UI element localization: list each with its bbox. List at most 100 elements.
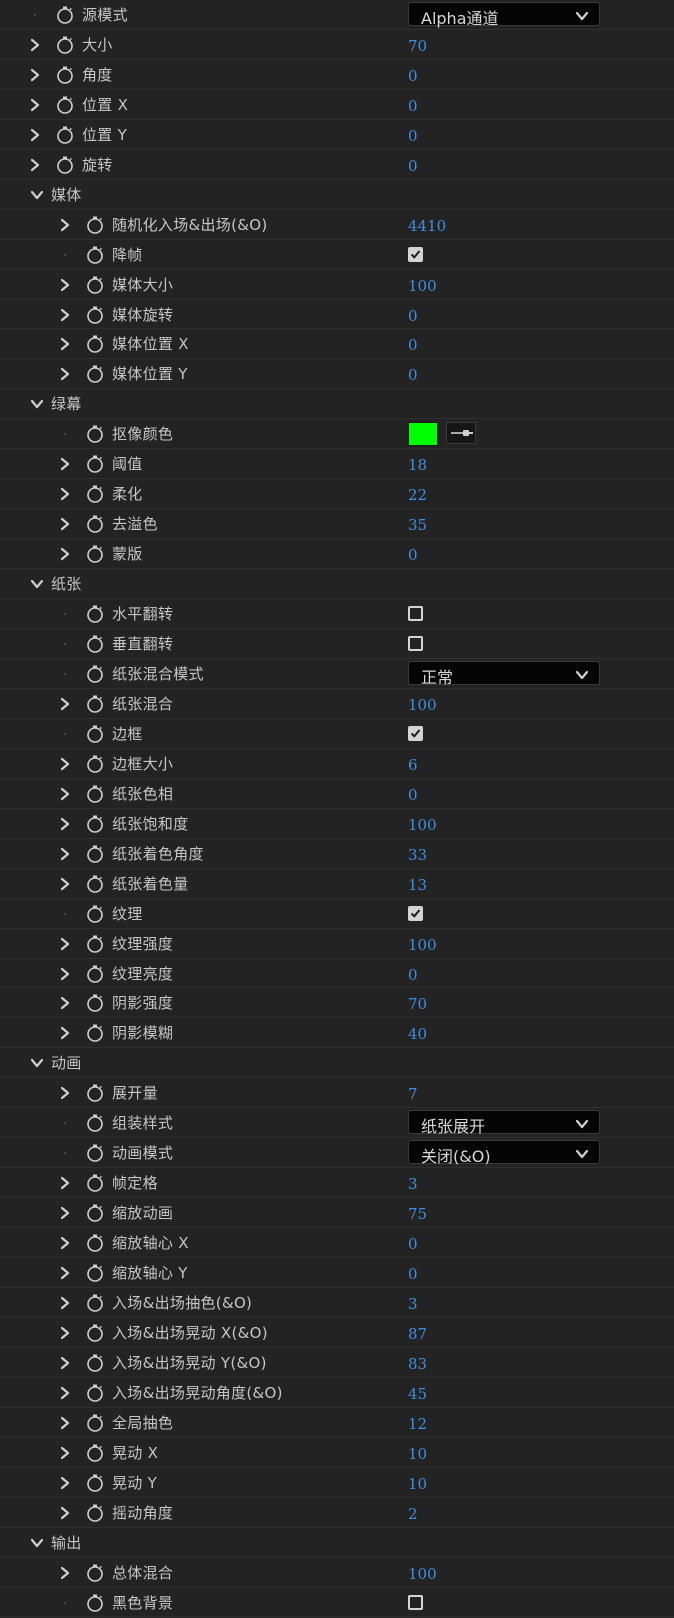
property-value[interactable]: 18 — [408, 456, 427, 474]
group-label[interactable]: 输出 — [51, 1532, 82, 1553]
stopwatch-icon[interactable] — [85, 1353, 105, 1373]
property-value[interactable]: 13 — [408, 876, 427, 894]
property-value[interactable]: 0 — [408, 786, 418, 804]
chevron-right-icon[interactable] — [58, 1566, 72, 1580]
chevron-right-icon[interactable] — [58, 1506, 72, 1520]
property-value[interactable]: 0 — [408, 97, 418, 115]
property-value[interactable]: 0 — [408, 67, 418, 85]
stopwatch-icon[interactable] — [55, 65, 75, 85]
property-value[interactable]: 6 — [408, 756, 418, 774]
property-value[interactable]: 0 — [408, 307, 418, 325]
group-label[interactable]: 媒体 — [51, 184, 82, 205]
stopwatch-icon[interactable] — [85, 1203, 105, 1223]
stopwatch-icon[interactable] — [85, 1023, 105, 1043]
chevron-right-icon[interactable] — [58, 1236, 72, 1250]
stopwatch-icon[interactable] — [85, 604, 105, 624]
stopwatch-icon[interactable] — [85, 245, 105, 265]
property-value[interactable]: 0 — [408, 157, 418, 175]
property-value[interactable]: 0 — [408, 1235, 418, 1253]
stopwatch-icon[interactable] — [85, 424, 105, 444]
chevron-right-icon[interactable] — [58, 1326, 72, 1340]
stopwatch-icon[interactable] — [85, 1233, 105, 1253]
stopwatch-icon[interactable] — [85, 844, 105, 864]
stopwatch-icon[interactable] — [85, 1413, 105, 1433]
chevron-right-icon[interactable] — [58, 1206, 72, 1220]
property-value[interactable]: 0 — [408, 966, 418, 984]
stopwatch-icon[interactable] — [85, 305, 105, 325]
chevron-right-icon[interactable] — [58, 1356, 72, 1370]
chevron-right-icon[interactable] — [58, 1176, 72, 1190]
property-value[interactable]: 4410 — [408, 217, 446, 235]
chevron-right-icon[interactable] — [28, 38, 42, 52]
stopwatch-icon[interactable] — [55, 155, 75, 175]
chevron-right-icon[interactable] — [58, 457, 72, 471]
chevron-right-icon[interactable] — [58, 1386, 72, 1400]
chevron-right-icon[interactable] — [28, 98, 42, 112]
property-value[interactable]: 100 — [408, 816, 437, 834]
stopwatch-icon[interactable] — [85, 215, 105, 235]
stopwatch-icon[interactable] — [85, 1173, 105, 1193]
chevron-right-icon[interactable] — [58, 278, 72, 292]
chevron-right-icon[interactable] — [58, 1296, 72, 1310]
stopwatch-icon[interactable] — [85, 634, 105, 654]
chevron-down-icon[interactable] — [30, 1056, 44, 1070]
stopwatch-icon[interactable] — [85, 993, 105, 1013]
property-dropdown[interactable]: Alpha通道 — [408, 2, 600, 28]
chevron-down-icon[interactable] — [30, 188, 44, 202]
chevron-right-icon[interactable] — [58, 877, 72, 891]
stopwatch-icon[interactable] — [85, 784, 105, 804]
property-dropdown[interactable]: 关闭(&O) — [408, 1140, 600, 1166]
property-value[interactable]: 45 — [408, 1385, 427, 1403]
property-value[interactable]: 35 — [408, 516, 427, 534]
stopwatch-icon[interactable] — [55, 35, 75, 55]
chevron-right-icon[interactable] — [58, 1086, 72, 1100]
stopwatch-icon[interactable] — [85, 484, 105, 504]
chevron-right-icon[interactable] — [58, 757, 72, 771]
property-value[interactable]: 70 — [408, 37, 427, 55]
property-checkbox[interactable] — [408, 606, 423, 622]
stopwatch-icon[interactable] — [85, 544, 105, 564]
stopwatch-icon[interactable] — [85, 1083, 105, 1103]
stopwatch-icon[interactable] — [85, 1473, 105, 1493]
chevron-right-icon[interactable] — [58, 337, 72, 351]
property-value[interactable]: 3 — [408, 1175, 418, 1193]
property-value[interactable]: 40 — [408, 1025, 427, 1043]
property-value[interactable]: 0 — [408, 1265, 418, 1283]
stopwatch-icon[interactable] — [85, 874, 105, 894]
chevron-right-icon[interactable] — [58, 367, 72, 381]
stopwatch-icon[interactable] — [85, 1143, 105, 1163]
property-value[interactable]: 100 — [408, 1565, 437, 1583]
stopwatch-icon[interactable] — [85, 724, 105, 744]
property-value[interactable]: 10 — [408, 1475, 427, 1493]
chevron-right-icon[interactable] — [58, 697, 72, 711]
chevron-right-icon[interactable] — [58, 308, 72, 322]
stopwatch-icon[interactable] — [85, 694, 105, 714]
property-checkbox[interactable] — [408, 636, 423, 652]
property-checkbox[interactable] — [408, 725, 423, 741]
stopwatch-icon[interactable] — [85, 1443, 105, 1463]
chevron-right-icon[interactable] — [58, 996, 72, 1010]
group-label[interactable]: 动画 — [51, 1052, 82, 1073]
group-label[interactable]: 纸张 — [51, 573, 82, 594]
color-swatch[interactable] — [408, 422, 438, 447]
stopwatch-icon[interactable] — [85, 1323, 105, 1343]
chevron-right-icon[interactable] — [58, 547, 72, 561]
property-value[interactable]: 87 — [408, 1325, 427, 1343]
stopwatch-icon[interactable] — [55, 125, 75, 145]
chevron-right-icon[interactable] — [28, 128, 42, 142]
property-value[interactable]: 12 — [408, 1415, 427, 1433]
property-value[interactable]: 75 — [408, 1205, 427, 1223]
property-value[interactable]: 10 — [408, 1445, 427, 1463]
stopwatch-icon[interactable] — [85, 1293, 105, 1313]
stopwatch-icon[interactable] — [85, 334, 105, 354]
stopwatch-icon[interactable] — [85, 454, 105, 474]
property-value[interactable]: 83 — [408, 1355, 427, 1373]
chevron-right-icon[interactable] — [58, 937, 72, 951]
chevron-right-icon[interactable] — [58, 1476, 72, 1490]
property-value[interactable]: 3 — [408, 1295, 418, 1313]
stopwatch-icon[interactable] — [85, 1113, 105, 1133]
property-dropdown[interactable]: 正常 — [408, 660, 600, 687]
stopwatch-icon[interactable] — [85, 904, 105, 924]
stopwatch-icon[interactable] — [85, 814, 105, 834]
property-checkbox[interactable] — [408, 246, 423, 262]
